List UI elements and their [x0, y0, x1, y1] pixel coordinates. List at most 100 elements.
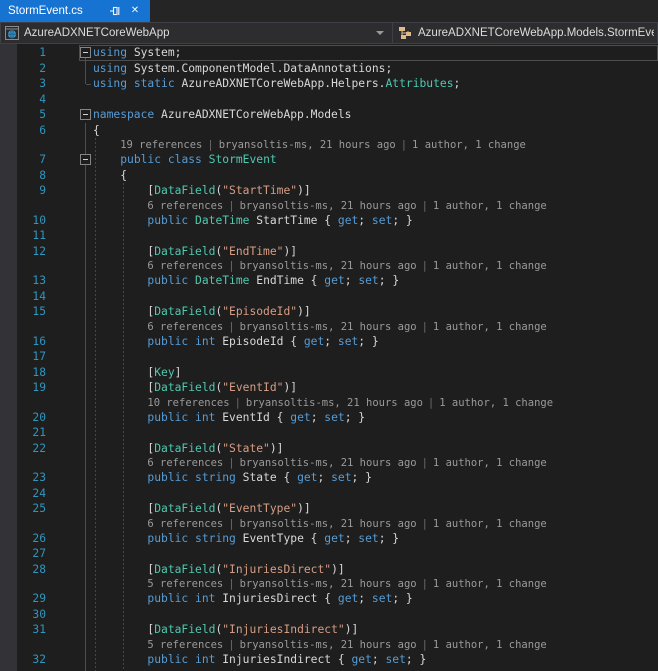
- code-line-32[interactable]: 32 public int InjuriesIndirect { get; se…: [0, 652, 658, 668]
- codelens-line-20[interactable]: 10 references | bryansoltis-ms, 21 hours a…: [0, 396, 658, 410]
- codelens-separator: |: [228, 260, 235, 272]
- codelens-changes[interactable]: 1 author, 1 change: [433, 260, 547, 272]
- codelens-line-10[interactable]: 6 references | bryansoltis-ms, 21 hours ag…: [0, 199, 658, 213]
- code-text: [Key]: [93, 365, 182, 379]
- code-line-26[interactable]: 26 public string EventType { get; set; }: [0, 531, 658, 547]
- code-line-18[interactable]: 18 [Key]: [0, 365, 658, 381]
- code-line-10[interactable]: 10 public DateTime StartTime { get; set;…: [0, 213, 658, 229]
- codelens-separator: |: [421, 638, 428, 651]
- code-line-30[interactable]: 30: [0, 607, 658, 623]
- code-editor[interactable]: 1 using System; 2 using System.ComponentMod…: [0, 44, 658, 671]
- codelens-blame[interactable]: bryansoltis-ms, 21 hours ago: [240, 578, 417, 590]
- codelens-line-13[interactable]: 6 references | bryansoltis-ms, 21 hours ag…: [0, 259, 658, 273]
- codelens-references[interactable]: 5 references: [147, 639, 223, 651]
- code-line-19[interactable]: 19 [DataField("EventId")]: [0, 380, 658, 396]
- chevron-down-icon: [376, 31, 384, 35]
- codelens-separator: |: [421, 578, 428, 590]
- codelens-changes[interactable]: 1 author, 1 change: [439, 397, 553, 409]
- codelens-separator: |: [421, 457, 428, 469]
- code-line-3[interactable]: 3 using static AzureADXNETCoreWebApp.Help…: [0, 76, 658, 92]
- line-number: 27: [32, 547, 46, 560]
- codelens-references[interactable]: 10 references: [147, 397, 229, 409]
- code-line-22[interactable]: 22 [DataField("State")]: [0, 441, 658, 457]
- codelens-changes[interactable]: 1 author, 1 change: [433, 457, 547, 469]
- code-line-12[interactable]: 12 [DataField("EndTime")]: [0, 244, 658, 260]
- codelens-blame[interactable]: bryansoltis-ms, 21 hours ago: [240, 457, 417, 469]
- codelens-separator: |: [427, 396, 435, 409]
- code-line-9[interactable]: 9 [DataField("StartTime")]: [0, 183, 658, 199]
- codelens-references[interactable]: 6 references: [147, 321, 223, 333]
- symbol-dropdown[interactable]: AzureADXNETCoreWebApp.Models.StormEvent: [393, 22, 658, 44]
- code-text: [DataField("State")]: [93, 441, 284, 455]
- codelens-line-16[interactable]: 6 references | bryansoltis-ms, 21 hours ag…: [0, 320, 658, 334]
- codelens-blame[interactable]: bryansoltis-ms, 21 hours ago: [240, 321, 417, 333]
- codelens-changes[interactable]: 1 author, 1 change: [433, 639, 547, 651]
- project-name: AzureADXNETCoreWebApp: [24, 27, 170, 39]
- code-line-24[interactable]: 24: [0, 486, 658, 502]
- codelens-blame[interactable]: bryansoltis-ms, 21 hours ago: [240, 518, 417, 530]
- codelens-line-32[interactable]: 5 references | bryansoltis-ms, 21 hours ag…: [0, 638, 658, 652]
- line-number: 18: [32, 365, 46, 379]
- codelens-line-23[interactable]: 6 references | bryansoltis-ms, 21 hours ag…: [0, 456, 658, 470]
- code-line-28[interactable]: 28 [DataField("InjuriesDirect")]: [0, 562, 658, 578]
- line-number: 22: [32, 441, 46, 455]
- codelens-references[interactable]: 19 references: [120, 139, 202, 151]
- tab-stormevent[interactable]: StormEvent.cs ✕: [0, 0, 150, 22]
- line-number: 9: [39, 184, 46, 197]
- code-text: [DataField("EndTime")]: [93, 244, 298, 258]
- codelens-blame[interactable]: bryansoltis-ms, 21 hours ago: [246, 397, 423, 409]
- codelens-line-29[interactable]: 5 references | bryansoltis-ms, 21 hours ag…: [0, 577, 658, 591]
- code-line-4[interactable]: 4: [0, 92, 658, 108]
- code-line-25[interactable]: 25 [DataField("EventType")]: [0, 501, 658, 517]
- fold-collapse-icon[interactable]: [80, 47, 91, 58]
- line-number: 10: [32, 213, 46, 227]
- close-icon[interactable]: ✕: [128, 4, 142, 18]
- code-line-16[interactable]: 16 public int EpisodeId { get; set; }: [0, 334, 658, 350]
- pin-icon[interactable]: [108, 4, 122, 18]
- code-line-14[interactable]: 14: [0, 289, 658, 305]
- code-line-31[interactable]: 31 [DataField("InjuriesIndirect")]: [0, 622, 658, 638]
- code-text: public string State { get; set; }: [147, 471, 372, 484]
- code-line-13[interactable]: 13 public DateTime EndTime { get; set; }: [0, 273, 658, 289]
- codelens-line-7[interactable]: 19 references | bryansoltis-ms, 21 hours a…: [0, 138, 658, 152]
- codelens-references[interactable]: 6 references: [147, 518, 223, 530]
- codelens-blame[interactable]: bryansoltis-ms, 21 hours ago: [240, 200, 417, 212]
- fold-collapse-icon[interactable]: [80, 109, 91, 120]
- code-line-6[interactable]: 6{: [0, 123, 658, 139]
- project-icon: [5, 26, 19, 40]
- code-line-20[interactable]: 20 public int EventId { get; set; }: [0, 410, 658, 426]
- codelens-changes[interactable]: 1 author, 1 change: [433, 321, 547, 333]
- code-line-1[interactable]: 1 using System;: [0, 45, 658, 61]
- code-line-2[interactable]: 2 using System.ComponentModel.DataAnnotat…: [0, 61, 658, 77]
- codelens-separator: |: [421, 260, 428, 272]
- fold-collapse-icon[interactable]: [80, 154, 91, 165]
- code-line-15[interactable]: 15 [DataField("EpisodeId")]: [0, 304, 658, 320]
- code-line-11[interactable]: 11: [0, 228, 658, 244]
- codelens-references[interactable]: 6 references: [147, 200, 223, 212]
- codelens-references[interactable]: 5 references: [147, 578, 223, 590]
- code-line-5[interactable]: 5 namespace AzureADXNETCoreWebApp.Models: [0, 107, 658, 123]
- code-line-23[interactable]: 23 public string State { get; set; }: [0, 470, 658, 486]
- code-line-8[interactable]: 8 {: [0, 168, 658, 184]
- codelens-changes[interactable]: 1 author, 1 change: [433, 578, 547, 590]
- codelens-changes[interactable]: 1 author, 1 change: [412, 139, 526, 151]
- codelens-blame[interactable]: bryansoltis-ms, 21 hours ago: [219, 139, 396, 151]
- code-line-29[interactable]: 29 public int InjuriesDirect { get; set;…: [0, 591, 658, 607]
- codelens-changes[interactable]: 1 author, 1 change: [433, 200, 547, 212]
- codelens-references[interactable]: 6 references: [147, 260, 223, 272]
- code-text: [DataField("EpisodeId")]: [93, 305, 311, 318]
- codelens-separator: |: [228, 578, 235, 590]
- codelens-references[interactable]: 6 references: [147, 457, 223, 469]
- code-line-21[interactable]: 21: [0, 425, 658, 441]
- codelens-line-26[interactable]: 6 references | bryansoltis-ms, 21 hours ag…: [0, 517, 658, 531]
- codelens-changes[interactable]: 1 author, 1 change: [433, 518, 547, 530]
- tab-title: StormEvent.cs: [8, 5, 83, 17]
- code-line-17[interactable]: 17: [0, 349, 658, 365]
- code-line-27[interactable]: 27: [0, 546, 658, 562]
- codelens-blame[interactable]: bryansoltis-ms, 21 hours ago: [240, 639, 417, 651]
- code-text: public int EpisodeId { get; set; }: [147, 334, 379, 348]
- codelens-blame[interactable]: bryansoltis-ms, 21 hours ago: [240, 260, 417, 272]
- project-dropdown[interactable]: AzureADXNETCoreWebApp: [0, 22, 393, 44]
- codelens-separator: |: [207, 139, 214, 151]
- code-line-7[interactable]: 7 public class StormEvent: [0, 152, 658, 168]
